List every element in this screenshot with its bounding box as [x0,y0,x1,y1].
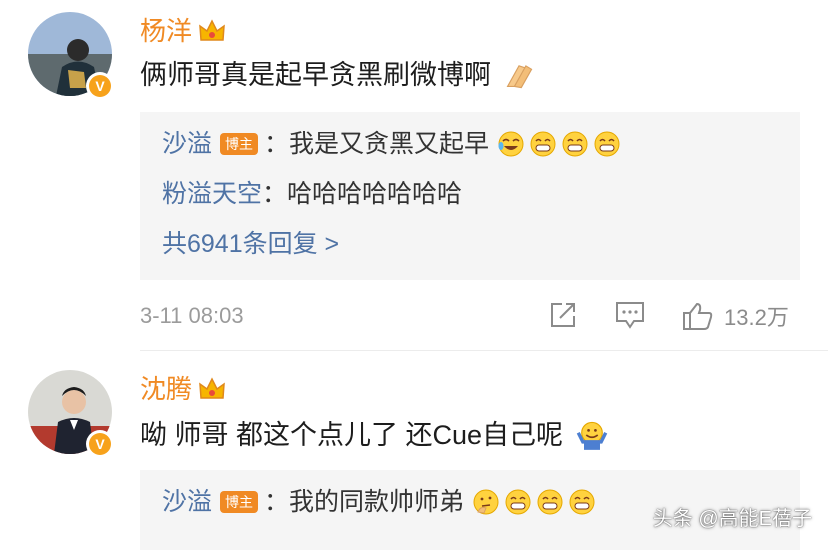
reply-item[interactable]: 沙溢 博主 ： 我的同款帅师弟 [162,486,596,518]
divider [140,350,828,351]
share-button[interactable] [548,300,578,330]
watermark: 头条 @高能E蓓子 [652,508,812,530]
thinking-emoji [473,489,499,515]
like-count: 13.2万 [724,305,789,330]
author-badge: 博主 [220,133,259,155]
reply-item[interactable]: 粉溢天空 ： 哈哈哈哈哈哈哈 [162,178,462,210]
comment-text: 呦 师哥 都这个点儿了 还Cue自己呢 [140,418,609,452]
crown-icon [199,377,225,399]
grin-emoji [505,489,531,515]
reply-separator: ： [262,180,288,208]
reply-text: 我的同款帅师弟 [289,488,465,516]
reply-box[interactable]: 沙溢 博主 ： 我是又贪黑又起早 粉溢天空 ： 哈哈哈哈哈哈哈 共6941条回复… [140,112,800,280]
grin-emoji [537,489,563,515]
comment-time: 3-11 08:03 [140,303,244,328]
clap-hands-emoji [506,65,533,89]
grin-emoji [562,131,588,157]
verified-v-icon: V [86,430,114,458]
thumbs-up-icon [683,302,713,330]
reply-button[interactable] [614,300,646,330]
comment-text: 俩师哥真是起早贪黑刷微博啊 [140,58,535,92]
reply-item[interactable]: 沙溢 博主 ： 我是又贪黑又起早 [162,128,621,160]
avatar[interactable]: V [28,370,114,458]
laugh-cry-emoji [498,131,524,157]
reply-separator: ： [264,488,290,516]
reply-author[interactable]: 粉溢天空 [162,178,262,210]
verified-v-icon: V [86,72,114,100]
grin-emoji [530,131,556,157]
shrug-emoji [576,421,608,450]
grin-emoji [569,489,595,515]
commenter-name[interactable]: 沈腾 [140,374,226,404]
like-button[interactable]: 13.2万 [682,300,789,332]
reply-text: 哈哈哈哈哈哈哈 [287,180,463,208]
comment-icon [616,302,644,329]
author-badge: 博主 [220,491,259,513]
reply-author[interactable]: 沙溢 [162,128,212,160]
reply-separator: ： [264,130,290,158]
reply-text: 我是又贪黑又起早 [289,130,490,158]
reply-author[interactable]: 沙溢 [162,486,212,518]
grin-emoji [594,131,620,157]
more-replies-link[interactable]: 共6941条回复 > [162,228,339,260]
avatar[interactable]: V [28,12,114,100]
share-icon [551,303,575,327]
commenter-name[interactable]: 杨洋 [140,16,226,46]
crown-icon [199,19,225,41]
